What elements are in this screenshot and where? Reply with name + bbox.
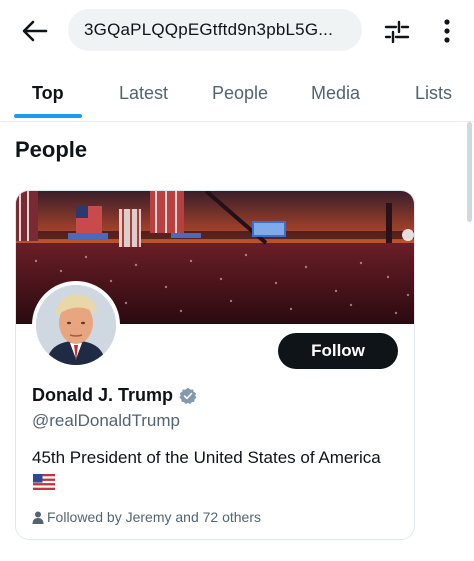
display-name[interactable]: Donald J. Trump (32, 385, 173, 406)
followed-by-text[interactable]: Followed by Jeremy and 72 others (47, 509, 261, 525)
tab-media[interactable]: Media (311, 66, 360, 121)
scrollbar[interactable] (467, 122, 472, 222)
avatar[interactable] (32, 281, 120, 369)
bio-text: 45th President of the United States of A… (32, 448, 381, 467)
active-tab-indicator (14, 114, 82, 118)
section-title: People (15, 137, 88, 162)
top-bar: 3GQaPLQQpEGtftd9n3pbL5G... (0, 0, 474, 64)
name-row: Donald J. Trump (32, 385, 197, 406)
follow-button[interactable]: Follow (278, 333, 398, 369)
us-flag-icon (33, 474, 55, 490)
back-button[interactable] (18, 14, 52, 48)
search-query: 3GQaPLQQpEGtftd9n3pbL5G... (84, 20, 334, 39)
tab-people[interactable]: People (212, 66, 268, 121)
tab-lists[interactable]: Lists (415, 66, 452, 121)
user-handle: @realDonaldTrump (32, 411, 180, 430)
sliders-icon (384, 20, 410, 43)
arrow-left-icon (22, 20, 48, 42)
followed-by-row: Followed by Jeremy and 72 others (32, 509, 261, 525)
verified-badge-icon (179, 387, 197, 404)
more-options-button[interactable] (430, 14, 464, 48)
tab-latest[interactable]: Latest (119, 66, 168, 121)
search-input[interactable]: 3GQaPLQQpEGtftd9n3pbL5G... (68, 9, 362, 51)
more-vertical-icon (444, 19, 450, 43)
profile-photo (36, 285, 116, 365)
person-icon (32, 511, 44, 524)
user-bio: 45th President of the United States of A… (32, 445, 392, 495)
profile-card[interactable]: Follow Donald J. Trump @realDonaldTrump … (15, 190, 415, 540)
tab-top[interactable]: Top (32, 66, 64, 121)
search-filter-button[interactable] (380, 14, 414, 48)
